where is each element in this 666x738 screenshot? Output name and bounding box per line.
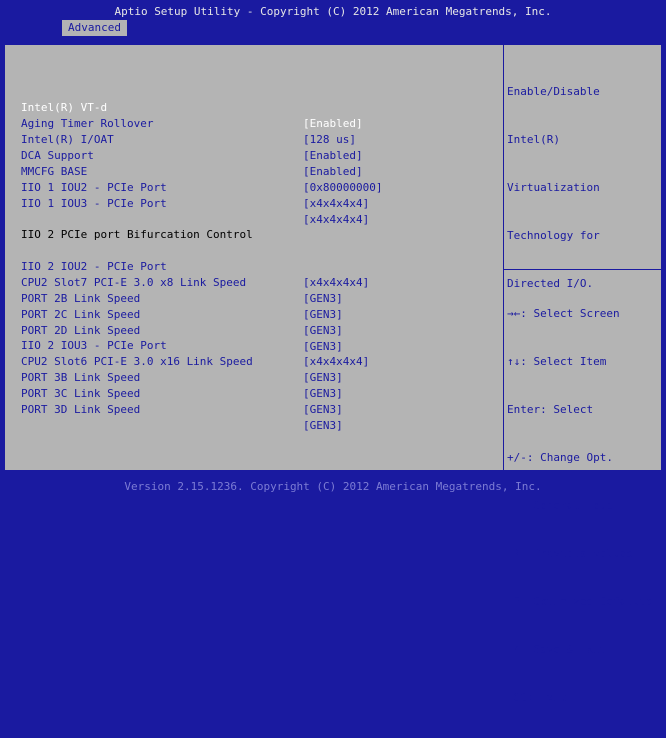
key-previous-values: F2: Previous Values xyxy=(507,547,633,560)
setting-value[interactable]: [x4x4x4x4] xyxy=(303,196,369,212)
section-heading-label: IIO 2 PCIe port Bifurcation Control xyxy=(21,228,253,241)
setting-value[interactable]: [GEN3] xyxy=(303,402,343,418)
setting-port-3c-link-speed[interactable]: PORT 3C Link Speed [GEN3] xyxy=(21,370,499,416)
key-enter-select: Enter: Select xyxy=(507,403,594,416)
setting-mmcfg-base[interactable]: MMCFG BASE [0x80000000] xyxy=(21,148,499,194)
setting-dca-support[interactable]: DCA Support [Enabled] xyxy=(21,132,499,178)
panel-divider xyxy=(503,45,504,470)
tab-advanced[interactable]: Advanced xyxy=(62,20,127,36)
setting-intel-ioat[interactable]: Intel(R) I/OAT [Enabled] xyxy=(21,116,499,162)
section-heading-iio2-bifurcation: IIO 2 PCIe port Bifurcation Control xyxy=(21,211,499,241)
help-line: Virtualization xyxy=(507,181,600,194)
key-change-opt: +/-: Change Opt. xyxy=(507,451,613,464)
setting-iio1-iou3-pcie-port[interactable]: IIO 1 IOU3 - PCIe Port [x4x4x4x4] xyxy=(21,180,499,226)
key-select-screen: →←: Select Screen xyxy=(507,307,620,320)
setting-aging-timer-rollover[interactable]: Aging Timer Rollover [128 us] xyxy=(21,100,499,146)
app-title: Aptio Setup Utility - Copyright (C) 2012… xyxy=(114,5,552,18)
key-legend: →←: Select Screen ↑↓: Select Item Enter:… xyxy=(507,274,661,738)
setting-iio1-iou2-pcie-port[interactable]: IIO 1 IOU2 - PCIe Port [x4x4x4x4] xyxy=(21,164,499,210)
key-select-item: ↑↓: Select Item xyxy=(507,355,607,368)
setting-port-2d-link-speed[interactable]: PORT 2D Link Speed [GEN3] xyxy=(21,307,499,353)
setting-value[interactable]: [GEN3] xyxy=(303,418,343,434)
setting-iio2-iou2-pcie-port[interactable]: IIO 2 IOU2 - PCIe Port [x4x4x4x4] xyxy=(21,243,499,289)
key-optimized-defaults: F3: Optimized Defaults xyxy=(507,595,653,608)
setting-port-2b-link-speed[interactable]: PORT 2B Link Speed [GEN3] xyxy=(21,275,499,321)
setting-intel-vt-d[interactable]: Intel(R) VT-d [Enabled] xyxy=(21,84,499,130)
help-line: Intel(R) xyxy=(507,133,560,146)
setting-port-2c-link-speed[interactable]: PORT 2C Link Speed [GEN3] xyxy=(21,291,499,337)
setting-label: IIO 1 IOU3 - PCIe Port xyxy=(21,197,167,210)
setting-port-3d-link-speed[interactable]: PORT 3D Link Speed [GEN3] xyxy=(21,386,499,432)
setting-port-3b-link-speed[interactable]: PORT 3B Link Speed [GEN3] xyxy=(21,354,499,400)
help-line: Technology for xyxy=(507,229,600,242)
key-general-help: F1: General Help xyxy=(507,499,613,512)
setting-cpu2-slot6-link-speed[interactable]: CPU2 Slot6 PCI-E 3.0 x16 Link Speed [GEN… xyxy=(21,338,499,384)
header-bar: Aptio Setup Utility - Copyright (C) 2012… xyxy=(0,0,666,36)
key-esc-exit: ESC: Exit xyxy=(507,691,567,704)
main-panel: Intel(R) VT-d [Enabled] Aging Timer Roll… xyxy=(4,44,662,704)
help-line: Enable/Disable xyxy=(507,85,600,98)
setting-iio2-iou3-pcie-port[interactable]: IIO 2 IOU3 - PCIe Port [x4x4x4x4] xyxy=(21,322,499,368)
version-footer: Version 2.15.1236. Copyright (C) 2012 Am… xyxy=(124,480,542,493)
setting-label: PORT 3D Link Speed xyxy=(21,403,141,416)
setting-cpu2-slot7-link-speed[interactable]: CPU2 Slot7 PCI-E 3.0 x8 Link Speed [GEN3… xyxy=(21,259,499,305)
key-save-exit: F4: Save & Exit xyxy=(507,643,607,656)
